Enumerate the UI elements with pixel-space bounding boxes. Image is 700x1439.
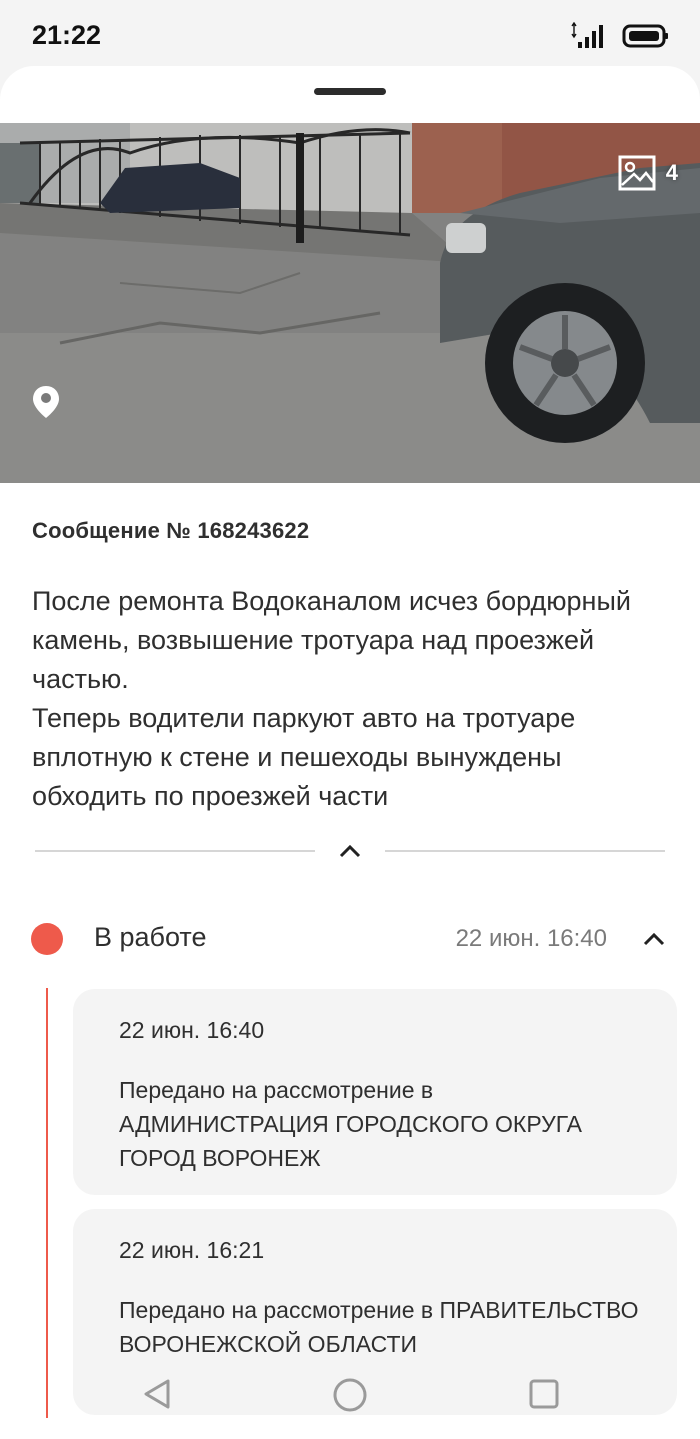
status-bar: 21:22 (0, 0, 700, 70)
history-date: 22 июн. 16:40 (119, 1017, 265, 1043)
photo-count[interactable]: 4 (618, 153, 678, 193)
signal-icon (571, 22, 603, 48)
chevron-up-icon[interactable] (642, 930, 666, 948)
message-title: Сообщение № 168243622 (32, 518, 310, 543)
back-triangle-icon[interactable] (140, 1377, 174, 1411)
image-icon (618, 155, 656, 191)
photo-count-value: 4 (665, 160, 678, 185)
battery-icon (622, 24, 668, 48)
history-date: 22 июн. 16:21 (119, 1237, 265, 1263)
recents-square-icon[interactable] (528, 1378, 560, 1410)
chevron-up-icon[interactable] (338, 842, 362, 860)
timeline-line (46, 988, 48, 1418)
history-card: 22 июн. 16:40 Передано на рассмотрение в… (73, 989, 677, 1195)
status-label: В работе (94, 922, 207, 952)
message-photo[interactable]: 4 (0, 123, 700, 483)
status-time: 21:22 (32, 20, 102, 50)
status-date: 22 июн. 16:40 (455, 925, 607, 952)
location-pin-icon[interactable] (32, 385, 60, 419)
history-text: Передано на рассмотрение в ПРАВИТЕЛЬСТВО… (119, 1297, 639, 1357)
drag-handle[interactable] (314, 88, 386, 95)
history-text: Передано на рассмотрение в АДМИНИСТРАЦИЯ… (119, 1077, 583, 1171)
divider-left (35, 850, 315, 852)
home-circle-icon[interactable] (332, 1377, 368, 1413)
status-row[interactable]: В работе 22 июн. 16:40 (0, 918, 700, 962)
message-sheet: 4 Сообщение № 168243622 После ремонта Во… (0, 66, 700, 1439)
divider-right (385, 850, 665, 852)
status-indicator (31, 923, 63, 955)
message-body: После ремонта Водоканалом исчез бордюрны… (32, 586, 631, 811)
